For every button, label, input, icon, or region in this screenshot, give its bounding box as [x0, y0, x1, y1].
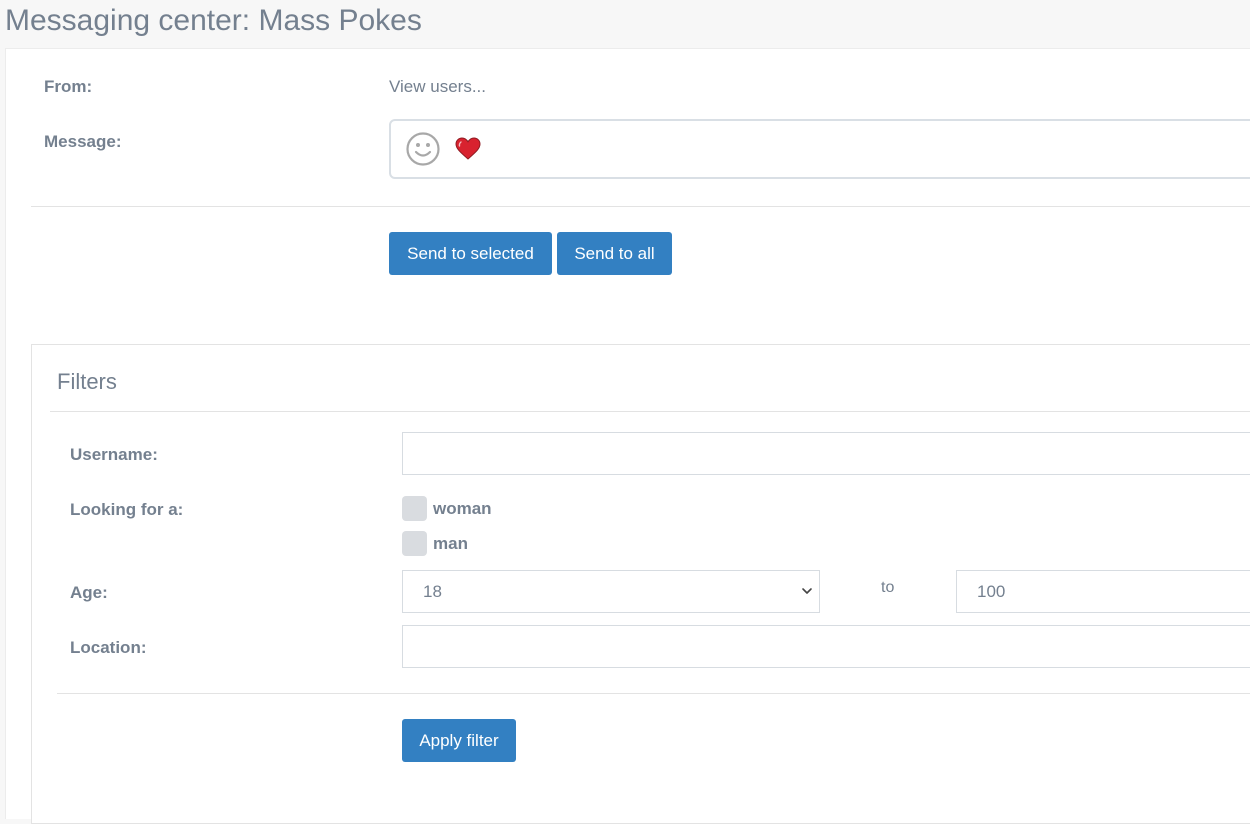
from-label: From: [44, 77, 93, 96]
filters-header-divider [50, 411, 1250, 412]
man-option-label[interactable]: man [433, 534, 468, 554]
looking-for-label: Looking for a: [70, 500, 184, 519]
woman-option-label[interactable]: woman [433, 499, 492, 519]
age-from-value: 18 [423, 582, 442, 601]
send-to-selected-button[interactable]: Send to selected [389, 232, 552, 275]
smiley-icon[interactable] [406, 132, 440, 166]
send-to-all-button[interactable]: Send to all [557, 232, 672, 275]
age-to-label: to [881, 579, 895, 596]
location-input[interactable] [402, 625, 1250, 668]
filters-title: Filters [57, 369, 117, 394]
filters-divider [57, 693, 1250, 694]
view-users-link[interactable]: View users... [389, 77, 486, 97]
man-checkbox[interactable] [402, 531, 427, 556]
chevron-down-icon [802, 588, 812, 594]
message-label: Message: [44, 132, 122, 151]
age-label: Age: [70, 583, 108, 602]
message-picker [389, 119, 1250, 179]
form-divider [31, 206, 1250, 207]
age-from-select[interactable]: 18 [402, 570, 820, 613]
username-input[interactable] [402, 432, 1250, 475]
username-label: Username: [70, 445, 158, 464]
location-label: Location: [70, 638, 147, 657]
woman-checkbox[interactable] [402, 496, 427, 521]
page-title: Messaging center: Mass Pokes [5, 4, 422, 37]
heart-icon[interactable] [455, 137, 481, 161]
apply-filter-button[interactable]: Apply filter [402, 719, 516, 762]
age-to-value: 100 [977, 582, 1006, 601]
age-to-input[interactable]: 100 [956, 570, 1250, 613]
